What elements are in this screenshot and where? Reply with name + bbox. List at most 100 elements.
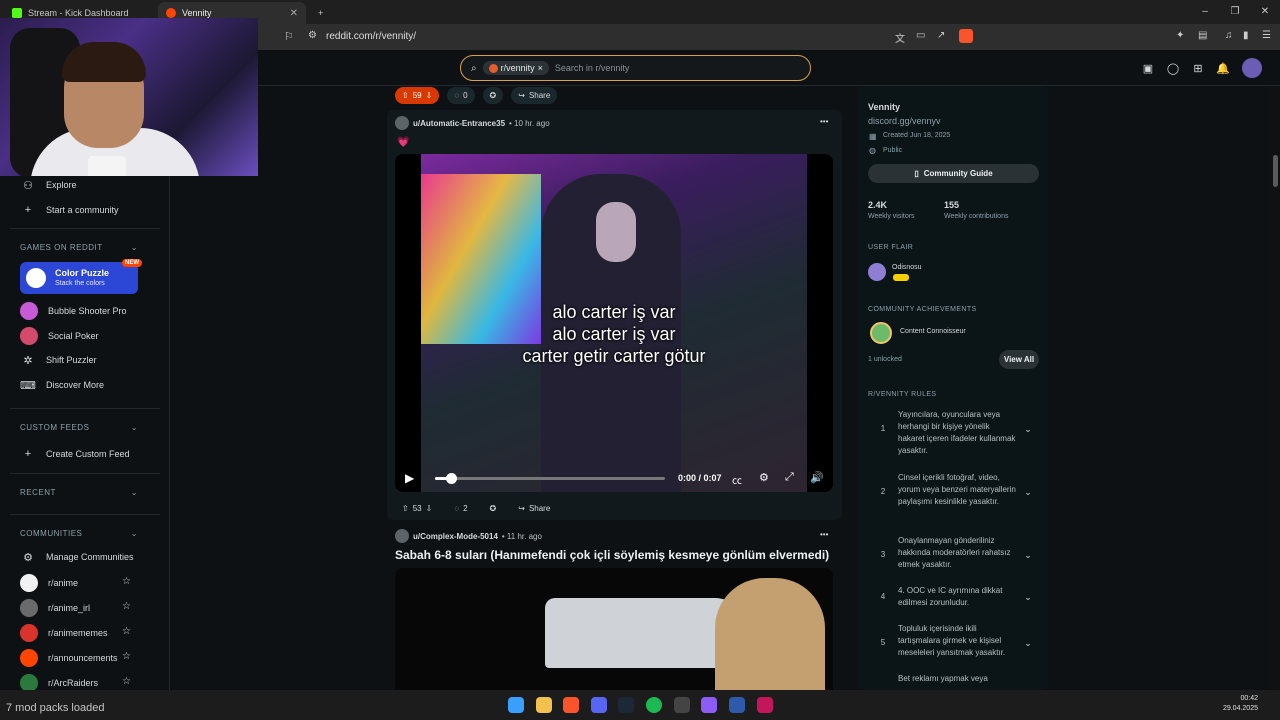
close-tab-icon[interactable]: ✕ [290, 8, 298, 19]
chat-icon[interactable]: ◯ [1166, 62, 1180, 76]
games-section-header[interactable]: GAMES ON REDDIT ⌄ [20, 243, 138, 252]
video-progress-bar[interactable] [435, 473, 665, 484]
search-bar[interactable]: ⌕ r/vennity × Search in r/vennity [460, 55, 811, 81]
more-options-icon[interactable]: ••• [820, 530, 828, 539]
steam-icon[interactable] [618, 697, 634, 713]
sidebar-item-community[interactable]: r/anime_irl [20, 599, 90, 617]
chip-close-icon[interactable]: × [538, 63, 543, 73]
color-puzzle-card[interactable]: Color Puzzle Stack the colors [20, 262, 138, 294]
translate-icon[interactable]: 文 [895, 30, 905, 45]
share-button[interactable]: ↪ Share [511, 87, 558, 104]
custom-feeds-section-header[interactable]: CUSTOM FEEDS ⌄ [20, 423, 138, 432]
search-input[interactable]: Search in r/vennity [555, 63, 630, 73]
favorite-star-icon[interactable]: ☆ [122, 651, 131, 662]
close-window-button[interactable]: ✕ [1250, 0, 1280, 24]
sidebar-item-explore[interactable]: ⚇ Explore [20, 177, 76, 193]
post-title[interactable]: Sabah 6-8 suları (Hanımefendi çok içli s… [395, 548, 829, 562]
rule-item[interactable]: 2 Cinsel içerikli fotoğraf, video, yorum… [868, 472, 1040, 508]
spotify-icon[interactable] [646, 697, 662, 713]
discord-icon[interactable] [591, 697, 607, 713]
favorite-star-icon[interactable]: ☆ [122, 601, 131, 612]
start-icon[interactable] [508, 697, 524, 713]
bookmarks-panel-icon[interactable]: ▤ [1198, 30, 1207, 41]
chevron-down-icon[interactable]: ⌄ [1018, 585, 1038, 609]
maximize-button[interactable]: ❐ [1220, 0, 1250, 24]
sidebar-item-discover-more[interactable]: ⌨ Discover More [20, 377, 104, 393]
favorite-star-icon[interactable]: ☆ [122, 576, 131, 587]
subreddit-chip[interactable]: r/vennity × [482, 61, 549, 75]
favorite-star-icon[interactable]: ☆ [122, 626, 131, 637]
vote-control[interactable]: ⇧ 59 ⇩ [395, 87, 440, 104]
volume-icon[interactable]: 🔊 [810, 471, 824, 484]
sidebar-item-shift-puzzler[interactable]: ✲ Shift Puzzler [20, 352, 96, 368]
user-avatar[interactable] [395, 116, 409, 130]
brave-shield-icon[interactable] [959, 29, 973, 43]
play-icon[interactable]: ▶ [405, 471, 414, 485]
sidebar-item-social-poker[interactable]: Social Poker [20, 327, 99, 345]
rule-item[interactable]: 6 Bet reklamı yapmak veya [868, 673, 1040, 689]
brave-browser-icon[interactable] [563, 697, 579, 713]
video-progress-knob[interactable] [446, 473, 458, 484]
sidebar-item-bubble-shooter[interactable]: Bubble Shooter Pro [20, 302, 127, 320]
menu-icon[interactable]: ☰ [1262, 30, 1271, 41]
rule-item[interactable]: 5 Topluluk içerisinde ikili tartışmalara… [868, 623, 1040, 659]
rule-item[interactable]: 1 Yayıncılara, oyunculara veya herhangi … [868, 409, 1040, 457]
settings-icon[interactable]: ⚙ [759, 471, 769, 484]
favorite-star-icon[interactable]: ☆ [122, 676, 131, 687]
fullscreen-icon[interactable]: ⤢ [785, 471, 794, 484]
comments-button[interactable]: ◌ 2 [447, 500, 474, 517]
chevron-down-icon[interactable]: ⌄ [1018, 535, 1038, 571]
sidebar-item-community[interactable]: r/anime [20, 574, 78, 592]
post-author[interactable]: u/Complex-Mode-5014 [413, 532, 498, 541]
video-player[interactable]: alo carter iş var alo carter iş var cart… [395, 154, 833, 492]
recent-section-header[interactable]: RECENT ⌄ [20, 488, 138, 497]
share-page-icon[interactable]: ↗ [937, 30, 945, 41]
community-link[interactable]: discord.gg/vennyv [868, 116, 941, 126]
chevron-down-icon[interactable]: ⌄ [1018, 623, 1038, 659]
more-options-icon[interactable]: ••• [820, 117, 828, 126]
app-icon[interactable] [757, 697, 773, 713]
sidebar-toggle-icon[interactable]: ▮ [1243, 30, 1249, 41]
file-explorer-icon[interactable] [536, 697, 552, 713]
advertise-icon[interactable]: ▣ [1141, 62, 1155, 76]
bookmark-icon[interactable]: ⚐ [284, 30, 294, 43]
communities-section-header[interactable]: COMMUNITIES ⌄ [20, 529, 138, 538]
media-icon[interactable]: ♫ [1225, 30, 1233, 41]
cast-icon[interactable]: ▭ [916, 30, 925, 41]
flair-name[interactable]: Odisnosu [892, 264, 922, 271]
sidebar-item-manage-communities[interactable]: ⚙ Manage Communities [20, 549, 133, 565]
post-image[interactable] [395, 568, 833, 690]
captions-icon[interactable]: ㏄ [732, 472, 742, 487]
chevron-down-icon[interactable]: ⌄ [1018, 472, 1038, 508]
post-author[interactable]: u/Automatic-Entrance35 [413, 119, 505, 128]
minimize-button[interactable]: – [1190, 0, 1220, 24]
community-guide-button[interactable]: ▯ Community Guide [868, 164, 1039, 183]
site-settings-icon[interactable]: ⚙ [308, 30, 317, 41]
award-button[interactable]: ✪ [483, 500, 504, 517]
chevron-down-icon[interactable]: ⌄ [1018, 409, 1038, 457]
vote-control[interactable]: ⇧ 53 ⇩ [395, 500, 439, 517]
app-icon[interactable] [729, 697, 745, 713]
sidebar-item-create-custom-feed[interactable]: + Create Custom Feed [20, 446, 130, 462]
system-clock[interactable]: 00:42 29.04.2025 [1223, 694, 1258, 714]
new-tab-button[interactable]: + [310, 2, 332, 24]
page-scrollbar-thumb[interactable] [1273, 155, 1278, 187]
notifications-icon[interactable]: 🔔 [1216, 62, 1230, 76]
comments-button[interactable]: ◌ 0 [447, 87, 475, 104]
user-avatar[interactable] [1242, 58, 1262, 78]
sidebar-item-start-community[interactable]: + Start a community [20, 202, 119, 218]
upvote-icon[interactable]: ⇧ [402, 504, 409, 513]
app-icon[interactable] [701, 697, 717, 713]
rule-item[interactable]: 4 4. OOC ve IC ayrımına dikkat edilmesi … [868, 585, 1040, 609]
downvote-icon[interactable]: ⇩ [426, 504, 433, 513]
obs-icon[interactable] [674, 697, 690, 713]
rule-item[interactable]: 3 Onaylanmayan gönderiliniz hakkında mod… [868, 535, 1040, 571]
achievement-name[interactable]: Content Connoisseur [900, 328, 966, 335]
user-avatar[interactable] [395, 529, 409, 543]
upvote-icon[interactable]: ⇧ [402, 91, 409, 100]
view-all-button[interactable]: View All [999, 350, 1039, 369]
url-field[interactable]: reddit.com/r/vennity/ [326, 31, 416, 42]
downvote-icon[interactable]: ⇩ [426, 91, 433, 100]
create-post-icon[interactable]: ⊞ [1191, 62, 1205, 76]
sidebar-item-community[interactable]: r/animememes [20, 624, 108, 642]
